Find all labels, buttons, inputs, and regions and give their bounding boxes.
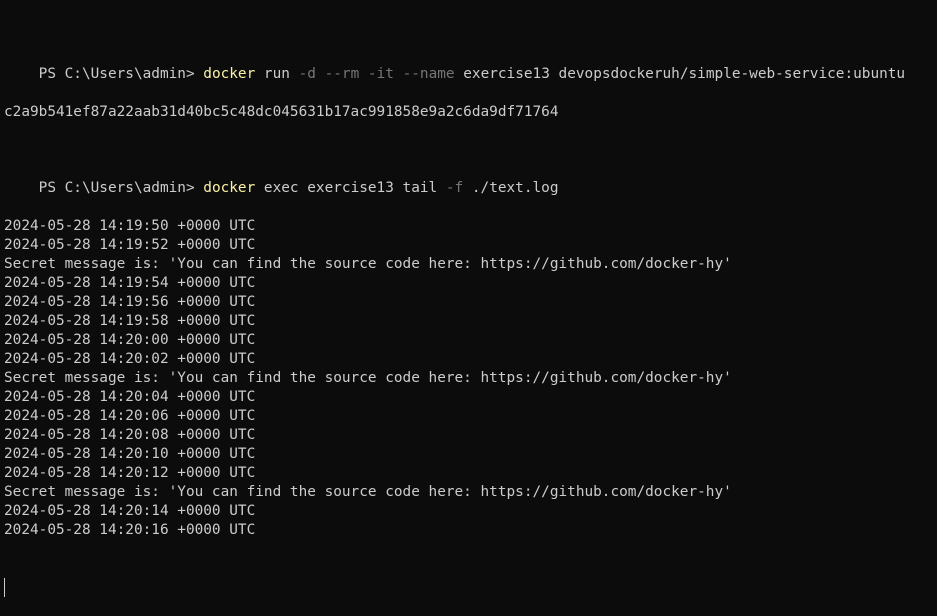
log-line: 2024-05-28 14:20:02 +0000 UTC [4,351,256,367]
log-line: 2024-05-28 14:20:16 +0000 UTC [4,522,256,538]
log-line: 2024-05-28 14:19:52 +0000 UTC [4,237,256,253]
command-arg [316,66,325,82]
text-cursor [4,578,5,597]
command-args: run -d --rm -it --name exercise13 devops… [255,66,905,82]
command-flag: --name [402,66,455,82]
command-flag: -f [445,180,464,196]
prompt: PS C:\Users\admin> [38,180,204,196]
log-output: 2024-05-28 14:19:50 +0000 UTC 2024-05-28 … [4,217,937,540]
command-arg: exercise13 devopsdockeruh/simple-web-ser… [454,66,906,82]
command-flag: -it [367,66,394,82]
command-flag: -d [298,66,316,82]
terminal-window[interactable]: PS C:\Users\admin> docker run -d --rm -i… [0,0,937,597]
command-args: exec exercise13 tail -f ./text.log [255,180,559,196]
log-line: 2024-05-28 14:19:54 +0000 UTC [4,275,256,291]
prompt: PS C:\Users\admin> [38,66,204,82]
log-line: 2024-05-28 14:20:04 +0000 UTC [4,389,256,405]
command-arg [359,66,368,82]
command-program: docker [203,180,256,196]
log-line: 2024-05-28 14:20:06 +0000 UTC [4,408,256,424]
log-line: 2024-05-28 14:20:08 +0000 UTC [4,427,256,443]
log-line: 2024-05-28 14:19:50 +0000 UTC [4,218,256,234]
command-arg: run [255,66,299,82]
log-line: 2024-05-28 14:19:56 +0000 UTC [4,294,256,310]
log-line: Secret message is: 'You can find the sou… [4,370,732,386]
command-arg: ./text.log [463,180,559,196]
cursor-line [4,578,937,597]
log-line: 2024-05-28 14:20:10 +0000 UTC [4,446,256,462]
command-flag: --rm [324,66,360,82]
command-arg: exec exercise13 tail [255,180,446,196]
command-arg [394,66,403,82]
log-line: Secret message is: 'You can find the sou… [4,256,732,272]
log-line: 2024-05-28 14:20:14 +0000 UTC [4,503,256,519]
log-line: 2024-05-28 14:19:58 +0000 UTC [4,313,256,329]
command-line-1: PS C:\Users\admin> docker run -d --rm -i… [4,46,937,82]
container-id-output: c2a9b541ef87a22aab31d40bc5c48dc045631b17… [4,104,559,120]
log-line: Secret message is: 'You can find the sou… [4,484,732,500]
log-line: 2024-05-28 14:20:00 +0000 UTC [4,332,256,348]
log-line: 2024-05-28 14:20:12 +0000 UTC [4,465,256,481]
command-program: docker [203,66,256,82]
command-line-2: PS C:\Users\admin> docker exec exercise1… [4,160,937,196]
